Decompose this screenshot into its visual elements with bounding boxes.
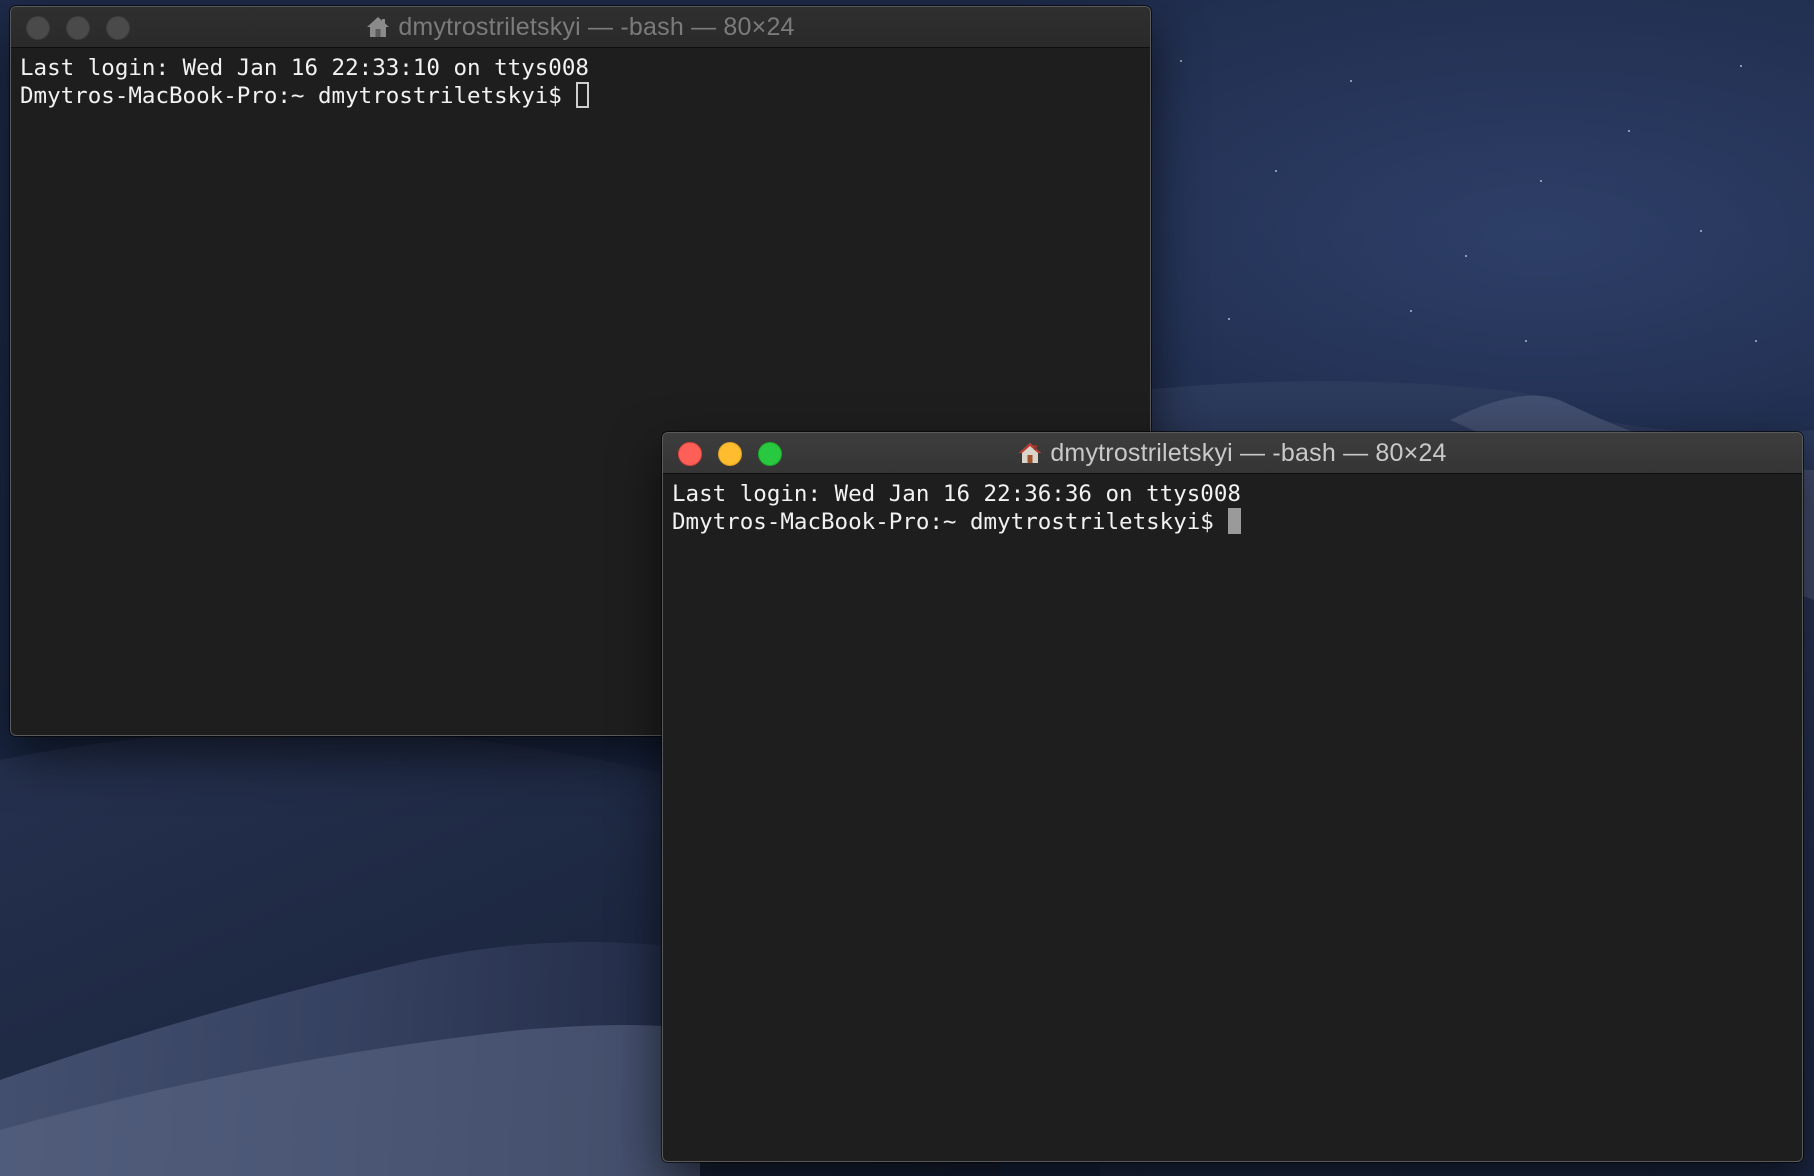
star	[1180, 60, 1182, 62]
terminal-window-front[interactable]: dmytrostriletskyi — -bash — 80×24 Last l…	[662, 432, 1803, 1162]
text-cursor	[576, 82, 590, 108]
terminal-output[interactable]: Last login: Wed Jan 16 22:33:10 on ttys0…	[11, 48, 1150, 116]
window-controls	[678, 442, 782, 466]
terminal-line: Last login: Wed Jan 16 22:33:10 on ttys0…	[20, 55, 589, 81]
star	[1465, 255, 1467, 257]
window-title-text: dmytrostriletskyi — -bash — 80×24	[1050, 438, 1447, 467]
title-bar[interactable]: dmytrostriletskyi — -bash — 80×24	[663, 433, 1802, 474]
star	[1540, 180, 1542, 182]
star	[1228, 318, 1230, 320]
window-title: dmytrostriletskyi — -bash — 80×24	[366, 13, 794, 42]
star	[1755, 340, 1757, 342]
star	[1740, 65, 1742, 67]
home-icon	[1019, 443, 1042, 463]
star	[1350, 80, 1352, 82]
star	[1525, 340, 1527, 342]
home-icon	[367, 17, 390, 37]
minimize-button[interactable]	[718, 442, 742, 466]
terminal-line: Last login: Wed Jan 16 22:36:36 on ttys0…	[672, 481, 1241, 507]
window-title-text: dmytrostriletskyi — -bash — 80×24	[398, 12, 795, 41]
shell-prompt: Dmytros-MacBook-Pro:~ dmytrostriletskyi$	[672, 509, 1228, 535]
terminal-output[interactable]: Last login: Wed Jan 16 22:36:36 on ttys0…	[663, 474, 1802, 542]
star	[1700, 230, 1702, 232]
window-title: dmytrostriletskyi — -bash — 80×24	[1018, 439, 1446, 468]
shell-prompt: Dmytros-MacBook-Pro:~ dmytrostriletskyi$	[20, 83, 576, 109]
star	[1628, 130, 1630, 132]
star	[1275, 170, 1277, 172]
minimize-button[interactable]	[66, 16, 90, 40]
terminal-prompt-line: Dmytros-MacBook-Pro:~ dmytrostriletskyi$	[672, 508, 1793, 536]
close-button[interactable]	[26, 16, 50, 40]
terminal-prompt-line: Dmytros-MacBook-Pro:~ dmytrostriletskyi$	[20, 82, 1141, 110]
star	[1410, 310, 1412, 312]
close-button[interactable]	[678, 442, 702, 466]
zoom-button[interactable]	[758, 442, 782, 466]
title-bar[interactable]: dmytrostriletskyi — -bash — 80×24	[11, 7, 1150, 48]
zoom-button[interactable]	[106, 16, 130, 40]
text-cursor	[1228, 508, 1242, 534]
window-controls	[26, 16, 130, 40]
